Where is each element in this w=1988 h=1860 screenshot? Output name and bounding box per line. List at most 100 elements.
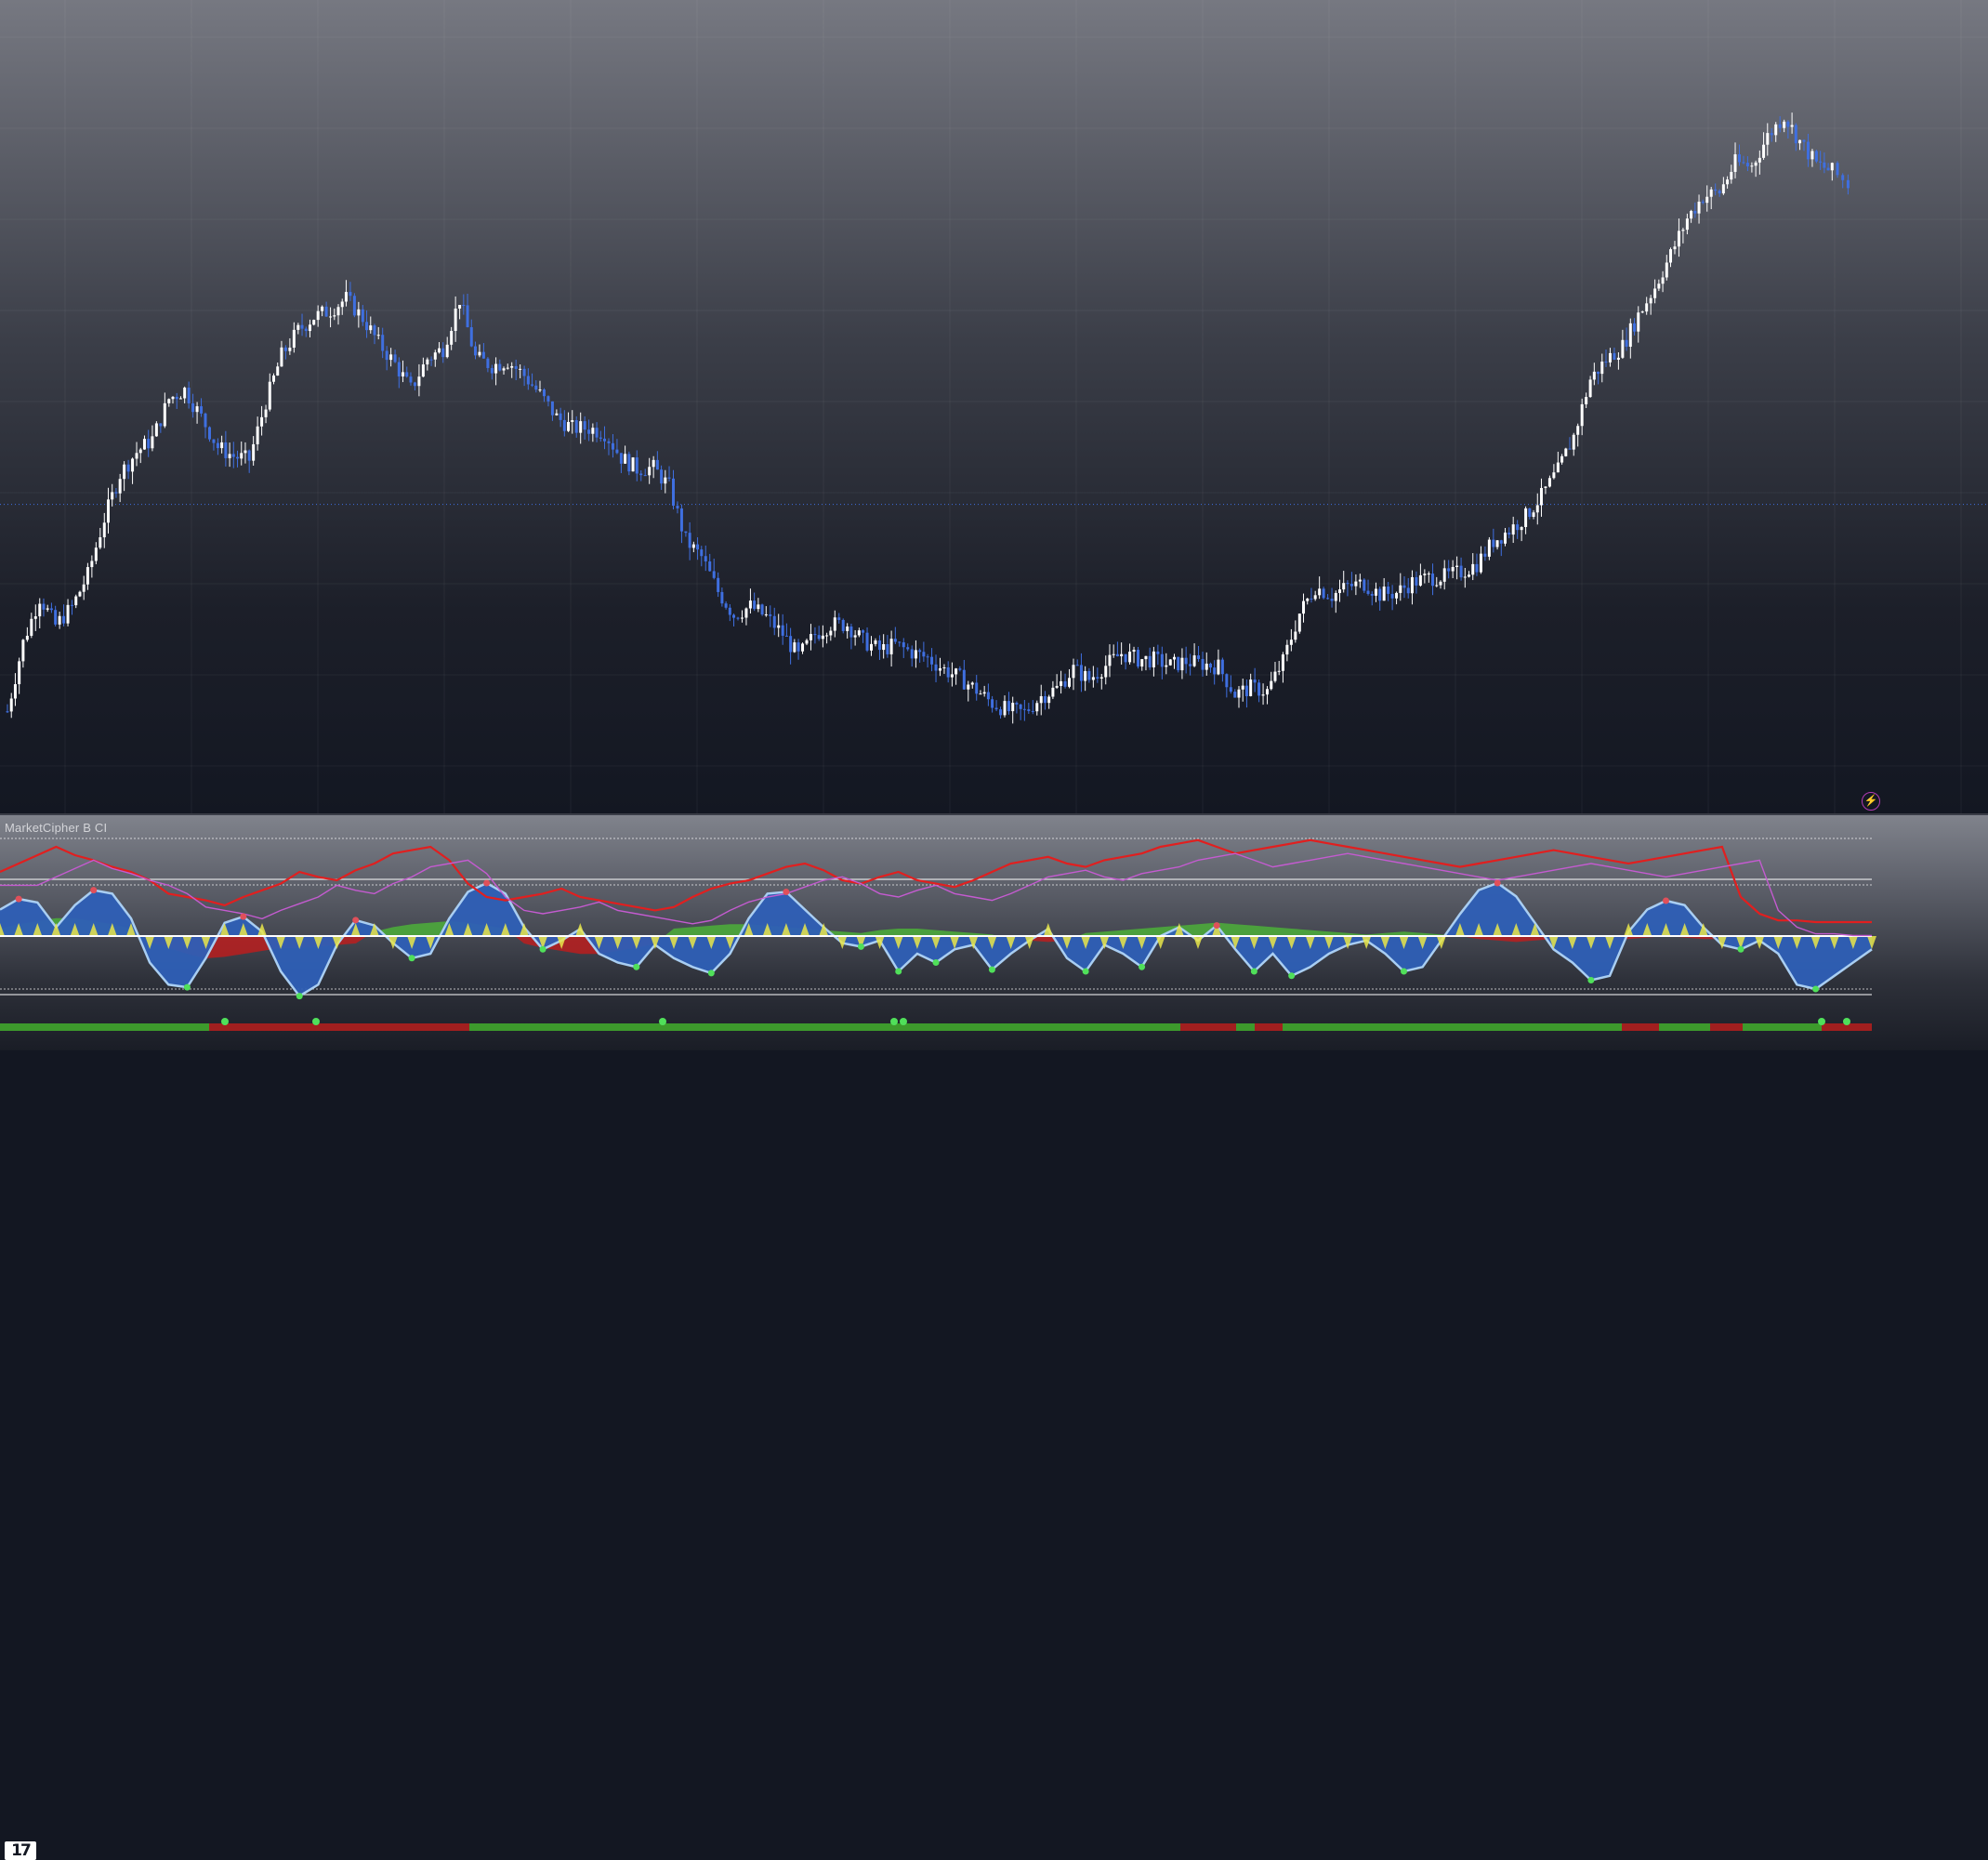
candle-body bbox=[942, 666, 946, 668]
candle-body bbox=[1435, 585, 1439, 587]
candle-body bbox=[631, 457, 635, 472]
buy-dot bbox=[1737, 945, 1744, 953]
candle-body bbox=[1156, 651, 1160, 654]
indicator-panel[interactable]: MarketCipher B CI 17 bbox=[0, 815, 1988, 1860]
candle-body bbox=[13, 684, 17, 699]
candle-body bbox=[1418, 574, 1422, 586]
candle-body bbox=[1681, 230, 1685, 231]
candle-body bbox=[1830, 163, 1834, 171]
price-panel[interactable]: ⚡ bbox=[0, 0, 1988, 813]
candle-body bbox=[1043, 695, 1047, 704]
lightning-bolt-icon[interactable]: ⚡ bbox=[1862, 792, 1880, 811]
candle-body bbox=[1608, 352, 1612, 363]
candle-body bbox=[352, 296, 356, 316]
candle-body bbox=[1273, 671, 1277, 681]
candle-body bbox=[49, 608, 53, 611]
candle-body bbox=[231, 454, 235, 457]
candle-body bbox=[1552, 472, 1556, 479]
candle-body bbox=[805, 640, 809, 644]
candle-body bbox=[857, 630, 861, 636]
candle-body bbox=[21, 640, 25, 662]
candle-body bbox=[204, 413, 207, 428]
candle-body bbox=[946, 666, 950, 678]
candle-body bbox=[260, 416, 264, 427]
candle-body bbox=[1313, 595, 1317, 600]
candles bbox=[6, 112, 1850, 724]
buy-dot bbox=[1082, 968, 1089, 975]
trend-marker bbox=[312, 1018, 320, 1025]
candle-body bbox=[393, 354, 397, 363]
candle-body bbox=[744, 608, 748, 618]
candle-body bbox=[660, 469, 664, 484]
candle-body bbox=[1819, 161, 1823, 163]
candle-body bbox=[1132, 650, 1136, 653]
candle-body bbox=[1192, 655, 1196, 666]
candle-body bbox=[853, 635, 857, 638]
candle-body bbox=[228, 454, 231, 458]
candle-body bbox=[1475, 563, 1479, 573]
candle-body bbox=[1585, 397, 1588, 404]
candle-body bbox=[1737, 153, 1741, 163]
candle-body bbox=[1459, 565, 1463, 578]
candle-body bbox=[1128, 652, 1132, 663]
candle-body bbox=[1177, 656, 1180, 671]
candle-body bbox=[1124, 653, 1127, 663]
candle-body bbox=[1742, 162, 1745, 164]
candle-body bbox=[373, 325, 376, 336]
candle-body bbox=[1690, 210, 1693, 219]
candle-body bbox=[991, 699, 994, 708]
candle-body bbox=[466, 305, 469, 328]
candle-body bbox=[1208, 663, 1212, 668]
candle-body bbox=[252, 443, 256, 461]
candle-body bbox=[781, 625, 784, 636]
candle-body bbox=[994, 707, 998, 710]
indicator-chart[interactable] bbox=[0, 815, 1988, 1050]
trend-marker bbox=[1843, 1018, 1850, 1025]
candle-body bbox=[264, 409, 268, 417]
candle-body bbox=[1665, 262, 1668, 278]
candle-body bbox=[473, 346, 477, 356]
candle-body bbox=[1322, 588, 1325, 599]
candle-body bbox=[526, 376, 530, 385]
candle-body bbox=[114, 492, 118, 494]
candle-body bbox=[142, 439, 146, 450]
candle-body bbox=[1758, 157, 1761, 163]
candle-body bbox=[886, 644, 889, 654]
candle-body bbox=[42, 603, 46, 610]
candle-body bbox=[841, 619, 845, 631]
candle-body bbox=[1633, 323, 1637, 332]
candle-body bbox=[736, 617, 740, 619]
candle-body bbox=[131, 458, 135, 472]
price-chart[interactable] bbox=[0, 0, 1988, 813]
candle-body bbox=[236, 456, 240, 459]
candle-body bbox=[1277, 670, 1281, 672]
candle-body bbox=[955, 668, 958, 675]
trend-segment bbox=[1622, 1023, 1659, 1031]
candle-body bbox=[1826, 167, 1830, 171]
candle-body bbox=[191, 402, 195, 413]
candle-body bbox=[970, 682, 974, 685]
trend-segment bbox=[1743, 1023, 1822, 1031]
indicator-label[interactable]: MarketCipher B CI bbox=[5, 821, 107, 835]
trend-segment bbox=[469, 1023, 957, 1031]
candle-body bbox=[147, 439, 151, 449]
candle-body bbox=[615, 449, 619, 454]
candle-body bbox=[1184, 657, 1188, 665]
candle-body bbox=[283, 347, 287, 351]
candle-body bbox=[376, 335, 380, 336]
candle-body bbox=[30, 618, 33, 636]
candle-body bbox=[902, 642, 905, 648]
candle-body bbox=[1225, 674, 1229, 688]
candle-body bbox=[938, 667, 941, 671]
candle-body bbox=[316, 310, 320, 321]
candle-body bbox=[458, 305, 462, 309]
trend-segment bbox=[1255, 1023, 1283, 1031]
candle-body bbox=[1520, 526, 1523, 531]
candle-body bbox=[329, 316, 333, 318]
candle-body bbox=[74, 596, 78, 606]
tradingview-logo[interactable]: 17 bbox=[5, 1841, 36, 1860]
candle-body bbox=[1197, 655, 1201, 659]
candle-body bbox=[220, 442, 224, 449]
candle-body bbox=[175, 396, 178, 400]
candle-body bbox=[1289, 640, 1293, 645]
